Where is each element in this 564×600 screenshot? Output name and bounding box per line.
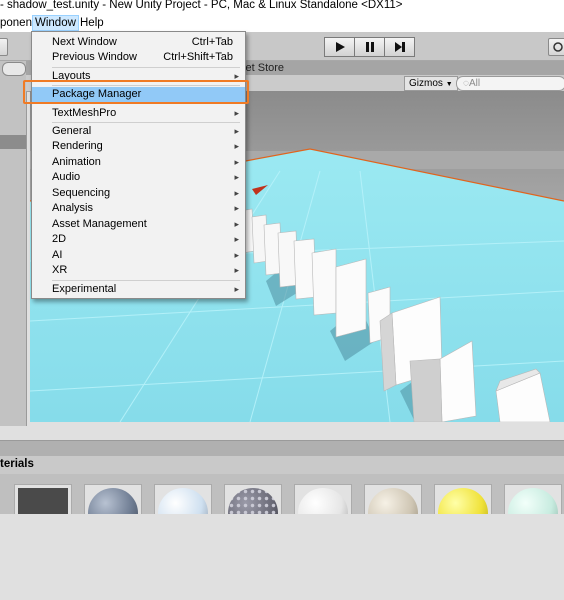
menu-item-label: 2D [52,233,67,245]
menu-item-next-window[interactable]: Next Window Ctrl+Tab [32,35,245,50]
menu-item-textmeshpro[interactable]: TextMeshPro ▸ [32,106,245,121]
window-title: - shadow_test.unity - New Unity Project … [0,0,403,11]
chevron-down-icon: ▼ [445,81,453,88]
material-thumbnail[interactable] [154,484,212,514]
material-thumbnail[interactable] [504,484,562,514]
search-placeholder: ◌All [463,78,481,89]
menu-item-xr[interactable]: XR ▸ [32,263,245,278]
menu-item-label: XR [52,264,68,276]
menu-item-previous-window[interactable]: Previous Window Ctrl+Shift+Tab [32,50,245,65]
menu-item-shortcut: Ctrl+Shift+Tab [163,51,233,63]
submenu-arrow-icon: ▸ [234,108,239,118]
cloud-icon [553,42,563,52]
menu-item-sequencing[interactable]: Sequencing ▸ [32,186,245,201]
play-icon [335,42,345,52]
project-header [0,456,564,474]
material-thumbnail[interactable] [14,484,72,514]
material-thumbnail[interactable] [224,484,282,514]
material-swatch [368,488,418,514]
gizmos-label: Gizmos [409,78,443,89]
menu-item-label: Experimental [52,283,117,295]
material-swatch [88,488,138,514]
submenu-arrow-icon: ▸ [234,234,239,244]
menu-item-label: Previous Window [52,51,137,63]
window-menu-dropdown: Next Window Ctrl+Tab Previous Window Ctr… [31,31,246,299]
gizmos-dropdown[interactable]: Gizmos ▼ [404,76,458,91]
menu-item-label: General [52,125,92,137]
submenu-arrow-icon: ▸ [234,126,239,136]
menu-help[interactable]: Help [78,16,106,30]
material-thumbnail[interactable] [434,484,492,514]
menu-item-label: Animation [52,156,101,168]
menu-item-asset-management[interactable]: Asset Management ▸ [32,217,245,232]
menu-item-label: Rendering [52,140,103,152]
material-grid [0,474,564,514]
menu-item-analysis[interactable]: Analysis ▸ [32,201,245,216]
submenu-arrow-icon: ▸ [234,157,239,167]
material-thumbnail[interactable] [364,484,422,514]
material-swatch [228,488,278,514]
menu-item-label: AI [52,249,63,261]
scene-search-input[interactable]: ◌All [456,76,564,91]
submenu-arrow-icon: ▸ [234,203,239,213]
menu-item-label: Analysis [52,202,93,214]
material-thumbnail[interactable] [84,484,142,514]
material-swatch [298,488,348,514]
submenu-arrow-icon: ▸ [234,172,239,182]
menu-item-animation[interactable]: Animation ▸ [32,155,245,170]
pause-icon [365,42,374,52]
menu-item-label: Asset Management [52,218,147,230]
menu-item-general[interactable]: General ▸ [32,124,245,139]
hierarchy-selected-row[interactable] [0,135,26,149]
collab-button[interactable] [548,38,564,56]
menu-item-label: TextMeshPro [52,107,117,119]
submenu-arrow-icon: ▸ [234,265,239,275]
materials-folder-label: terials [0,458,34,470]
menu-item-experimental[interactable]: Experimental ▸ [32,282,245,297]
submenu-arrow-icon: ▸ [234,188,239,198]
project-tab-bar [0,440,564,457]
menu-bar: ponent Window Help [0,14,564,32]
hierarchy-panel[interactable] [0,61,27,426]
submenu-arrow-icon: ▸ [234,250,239,260]
menu-item-ai[interactable]: AI ▸ [32,248,245,263]
menu-separator [52,280,240,281]
menu-separator [52,122,240,123]
material-swatch [508,488,558,514]
pause-button[interactable] [354,37,385,57]
menu-item-audio[interactable]: Audio ▸ [32,170,245,185]
menu-item-shortcut: Ctrl+Tab [191,36,233,48]
playback-controls [324,37,415,57]
menu-item-rendering[interactable]: Rendering ▸ [32,139,245,154]
hierarchy-create-button[interactable] [2,62,26,76]
menu-window[interactable]: Window [32,15,79,31]
submenu-arrow-icon: ▸ [234,219,239,229]
menu-item-label: Audio [52,171,81,183]
hand-tool-button[interactable] [0,38,8,56]
material-swatch [18,488,68,514]
submenu-arrow-icon: ▸ [234,284,239,294]
play-button[interactable] [324,37,355,57]
package-manager-highlight [23,80,249,104]
menu-item-label: Next Window [52,36,117,48]
material-swatch [438,488,488,514]
menu-item-label: Sequencing [52,187,111,199]
menu-item-2d[interactable]: 2D ▸ [32,232,245,247]
title-bar: - shadow_test.unity - New Unity Project … [0,0,564,14]
material-thumbnail[interactable] [294,484,352,514]
step-button[interactable] [384,37,415,57]
submenu-arrow-icon: ▸ [234,141,239,151]
material-swatch [158,488,208,514]
tab-asset-store[interactable]: set Store [240,62,284,74]
step-icon [394,42,405,52]
menu-separator [52,67,240,68]
